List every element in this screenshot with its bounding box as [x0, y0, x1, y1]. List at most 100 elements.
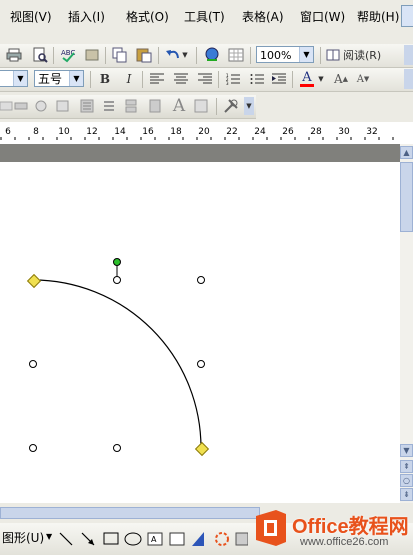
picture-icon[interactable] — [192, 97, 210, 115]
shapes-menu[interactable]: 图形(U) — [2, 529, 44, 546]
scroll-down-icon[interactable]: ▼ — [400, 444, 413, 457]
standard-toolbar: ABC ▼ 100% ▼ 阅读(R) — [0, 44, 413, 68]
copy-icon[interactable] — [111, 46, 129, 64]
zoom-combo[interactable]: 100% ▼ — [256, 46, 314, 63]
hyperlink-icon[interactable] — [203, 46, 221, 64]
grow-font-button[interactable]: A ▲ — [332, 70, 350, 88]
watermark-brand: Office教程网 — [292, 516, 409, 538]
align-center-icon[interactable] — [172, 70, 190, 88]
undo-dropdown-icon[interactable]: ▼ — [180, 46, 190, 64]
svg-text:3: 3 — [226, 81, 229, 85]
zoom-value: 100% — [260, 49, 292, 62]
scroll-thumb[interactable] — [0, 507, 260, 519]
resize-handle-bottom-left[interactable] — [29, 444, 37, 452]
print-icon[interactable] — [5, 46, 23, 64]
distribute-icon[interactable] — [146, 97, 164, 115]
scroll-up-icon[interactable]: ▲ — [400, 146, 413, 159]
font-size-value: 五号 — [38, 72, 63, 86]
print-preview-icon[interactable] — [31, 46, 49, 64]
align-icon[interactable] — [122, 97, 140, 115]
document-page[interactable] — [0, 162, 400, 503]
shrink-font-button[interactable]: A ▼ — [354, 70, 372, 88]
formatting-toolbar: ▼ 五号 ▼ B I 123 A ▼ A ▲ A ▼ — [0, 68, 413, 92]
text-box-button[interactable]: A — [170, 96, 188, 116]
wrap-text-icon[interactable] — [78, 97, 96, 115]
resize-handle-top-right[interactable] — [197, 276, 205, 284]
menu-insert[interactable]: 插入(I) — [68, 8, 105, 25]
indent-icon[interactable] — [270, 70, 288, 88]
paste-icon[interactable] — [135, 46, 153, 64]
spelling-icon[interactable]: ABC — [59, 46, 77, 64]
reading-mode-button[interactable]: 阅读(R) — [326, 46, 400, 64]
ruler-label: 16 — [142, 127, 154, 137]
toolbar-dock-area — [256, 95, 413, 119]
menu-format[interactable]: 格式(O) — [126, 8, 169, 25]
chevron-down-icon[interactable]: ▼ — [13, 71, 27, 86]
horizontal-ruler: 6 8 10 12 14 16 18 20 22 24 26 28 30 32 — [0, 122, 413, 145]
watermark-url: www.office26.com — [300, 536, 389, 548]
tools-icon[interactable] — [222, 97, 240, 115]
font-name-combo[interactable]: ▼ — [0, 70, 28, 87]
ruler-label: 10 — [58, 127, 70, 137]
drawing-canvas-toolbar: A ▼ — [0, 95, 256, 119]
svg-text:A: A — [151, 535, 157, 544]
numbering-icon[interactable]: 123 — [224, 70, 242, 88]
next-page-icon[interactable]: ⇟ — [400, 488, 413, 501]
close-icon[interactable] — [401, 5, 413, 27]
rotate-handle[interactable] — [113, 258, 121, 266]
align-left-icon[interactable] — [148, 70, 166, 88]
ruler-label: 26 — [282, 127, 294, 137]
resize-handle-bottom[interactable] — [113, 444, 121, 452]
font-size-combo[interactable]: 五号 ▼ — [34, 70, 84, 87]
browse-object-icon[interactable]: ○ — [400, 474, 413, 487]
ruler-label: 22 — [226, 127, 238, 137]
scroll-thumb[interactable] — [400, 162, 413, 232]
chevron-down-icon[interactable]: ▼ — [299, 47, 313, 62]
chevron-down-icon[interactable]: ▼ — [244, 97, 254, 115]
toolbar-options-icon[interactable] — [404, 45, 413, 65]
ruler-label: 32 — [366, 127, 378, 137]
menu-table[interactable]: 表格(A) — [242, 8, 284, 25]
menu-bar: 视图(V) 插入(I) 格式(O) 工具(T) 表格(A) 窗口(W) 帮助(H… — [0, 0, 413, 33]
chevron-down-icon[interactable]: ▼ — [69, 71, 83, 86]
ruler-label: 6 — [5, 127, 11, 137]
ruler-label: 20 — [198, 127, 210, 137]
shadow-icon[interactable] — [54, 97, 72, 115]
menu-help[interactable]: 帮助(H) — [357, 8, 399, 25]
previous-page-icon[interactable]: ⇞ — [400, 460, 413, 473]
toolbar-options-icon[interactable] — [404, 69, 413, 89]
ruler-label: 8 — [33, 127, 39, 137]
dash-style-icon[interactable] — [12, 97, 30, 115]
page-gap — [0, 144, 400, 162]
font-color-button[interactable]: A — [298, 70, 316, 88]
resize-handle-left[interactable] — [29, 360, 37, 368]
font-color-swatch — [300, 83, 314, 87]
ruler-label: 30 — [338, 127, 350, 137]
ruler-label: 18 — [170, 127, 182, 137]
bold-button[interactable]: B — [96, 70, 114, 88]
chevron-down-icon[interactable]: ▼ — [46, 532, 52, 541]
research-icon[interactable] — [83, 46, 101, 64]
grow-font-label: A — [333, 72, 343, 86]
reading-mode-label: 阅读(R) — [343, 49, 382, 62]
resize-handle-right[interactable] — [197, 360, 205, 368]
menu-view[interactable]: 视图(V) — [10, 8, 52, 25]
ruler-label: 24 — [254, 127, 266, 137]
chevron-down-icon[interactable]: ▼ — [316, 70, 326, 88]
book-icon — [326, 49, 340, 61]
bullets-icon[interactable] — [248, 70, 266, 88]
resize-handle-top[interactable] — [113, 276, 121, 284]
table-icon[interactable] — [227, 46, 245, 64]
order-icon[interactable] — [100, 97, 118, 115]
align-right-icon[interactable] — [196, 70, 214, 88]
vertical-scrollbar[interactable]: ▲ ▼ ⇞ ○ ⇟ — [400, 144, 413, 503]
watermark: Office教程网 www.office26.com — [250, 508, 413, 555]
menu-window[interactable]: 窗口(W) — [300, 8, 345, 25]
oval-tool-icon[interactable] — [32, 97, 50, 115]
office-logo — [256, 510, 286, 546]
ruler-label: 14 — [114, 127, 126, 137]
text-box-label: A — [172, 96, 186, 116]
italic-button[interactable]: I — [120, 70, 138, 88]
menu-tools[interactable]: 工具(T) — [184, 8, 225, 25]
ruler-label: 12 — [86, 127, 98, 137]
